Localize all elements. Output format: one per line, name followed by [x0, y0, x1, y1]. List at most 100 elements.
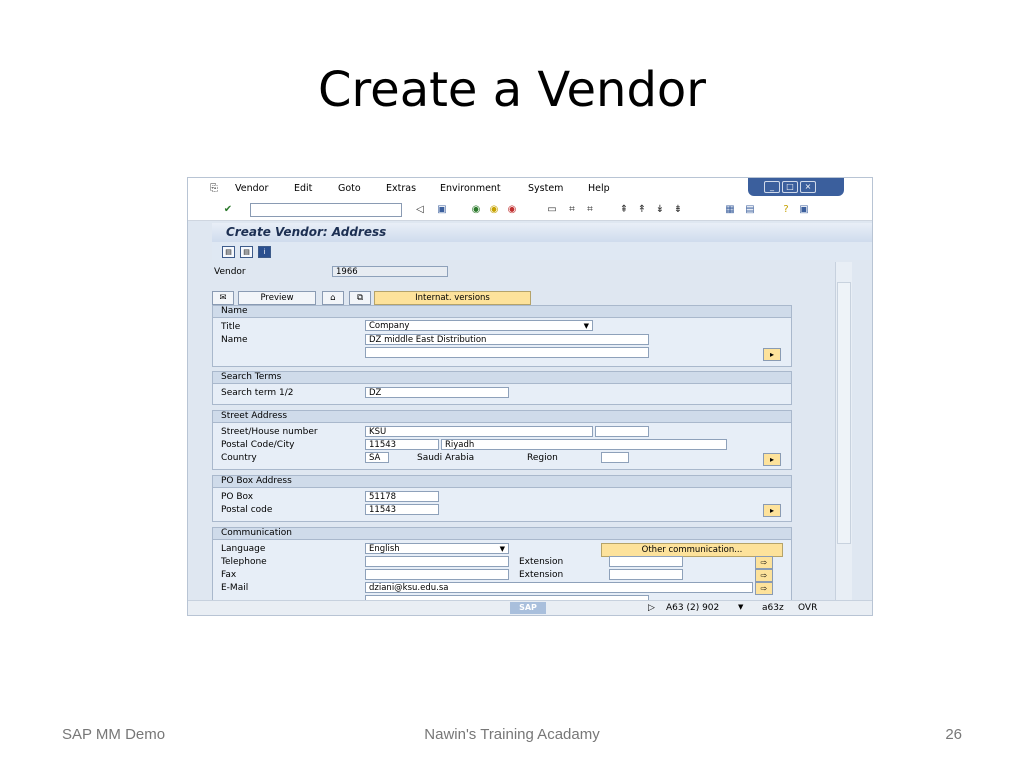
envelope-button[interactable]: ✉: [212, 291, 234, 305]
menu-goto[interactable]: Goto: [338, 183, 361, 194]
internat-versions-button[interactable]: Internat. versions: [374, 291, 531, 305]
name-field-2[interactable]: [365, 347, 649, 358]
menu-icon[interactable]: ⎘: [208, 183, 220, 195]
enter-icon[interactable]: ✔: [222, 204, 234, 216]
next-page-icon[interactable]: ↡: [654, 204, 666, 216]
country-label: Country: [221, 453, 257, 463]
vertical-scrollbar[interactable]: [835, 262, 852, 600]
map-button[interactable]: ⌂: [322, 291, 344, 305]
po-box-header: PO Box Address: [213, 476, 791, 488]
help-icon[interactable]: ?: [780, 204, 792, 216]
email-more-button[interactable]: ⇨: [755, 582, 773, 595]
layout-icon[interactable]: ▣: [798, 204, 810, 216]
footer-center: Nawin's Training Acadamy: [424, 726, 600, 743]
house-number-field[interactable]: [595, 426, 649, 437]
po-box-group: PO Box Address PO Box 51178 Postal code …: [212, 475, 792, 522]
status-bar: SAP ▷ A63 (2) 902 ▼ a63z OVR: [188, 600, 872, 615]
close-icon[interactable]: ×: [800, 181, 816, 193]
save-icon[interactable]: ▣: [436, 204, 448, 216]
menu-system[interactable]: System: [528, 183, 563, 194]
telephone-field[interactable]: [365, 556, 509, 567]
preview-label: Preview: [260, 293, 294, 303]
search-terms-header: Search Terms: [213, 372, 791, 384]
system-info[interactable]: A63 (2) 902: [666, 603, 719, 613]
new-session-icon[interactable]: ▦: [724, 204, 736, 216]
postal-city-label: Postal Code/City: [221, 440, 295, 450]
search-term-label: Search term 1/2: [221, 388, 294, 398]
name-group-title: Name: [221, 306, 248, 316]
info-icon[interactable]: i: [258, 246, 271, 258]
telephone-extension-label: Extension: [519, 557, 564, 567]
shortcut-icon[interactable]: ▤: [744, 204, 756, 216]
check-icon[interactable]: ▤: [240, 246, 253, 258]
content-area: Vendor 1966 ✉ Preview ⌂ ⧉ Internat. vers…: [212, 260, 848, 606]
scrollbar-thumb[interactable]: [837, 282, 851, 544]
server-name: a63z: [762, 603, 784, 613]
preview-button[interactable]: Preview: [238, 291, 316, 305]
screen-title: Create Vendor: Address: [226, 225, 387, 239]
menu-edit[interactable]: Edit: [294, 183, 312, 194]
street-more-button[interactable]: ▸: [763, 453, 781, 466]
name-group-header: Name: [213, 306, 791, 318]
other-communication-button[interactable]: Other communication...: [601, 543, 783, 557]
find-next-icon[interactable]: ⌗: [584, 204, 596, 216]
slide-number: 26: [945, 726, 962, 743]
name-more-button[interactable]: ▸: [763, 348, 781, 361]
region-field[interactable]: [601, 452, 629, 463]
fax-extension-field[interactable]: [609, 569, 683, 580]
previous-page-icon[interactable]: ↟: [636, 204, 648, 216]
cancel-icon[interactable]: ◉: [506, 204, 518, 216]
region-label: Region: [527, 453, 558, 463]
telephone-extension-field[interactable]: [609, 556, 683, 567]
back-arrow-icon[interactable]: ◁: [414, 204, 426, 216]
print-icon[interactable]: ▭: [546, 204, 558, 216]
back-icon[interactable]: ◉: [470, 204, 482, 216]
telephone-more-button[interactable]: ⇨: [755, 556, 773, 569]
name-field-1[interactable]: DZ middle East Distribution: [365, 334, 649, 345]
sap-window: ⎘ Vendor Edit Goto Extras Environment Sy…: [187, 177, 873, 616]
last-page-icon[interactable]: ⇟: [672, 204, 684, 216]
email-field[interactable]: dziani@ksu.edu.sa: [365, 582, 753, 593]
fax-more-button[interactable]: ⇨: [755, 569, 773, 582]
name-group: Name Title Company Name DZ middle East D…: [212, 305, 792, 367]
status-triangle-icon[interactable]: ▷: [648, 603, 655, 613]
title-dropdown[interactable]: Company: [365, 320, 593, 331]
first-page-icon[interactable]: ⇞: [618, 204, 630, 216]
name-label: Name: [221, 335, 248, 345]
fax-label: Fax: [221, 570, 237, 580]
find-icon[interactable]: ⌗: [566, 204, 578, 216]
city-field[interactable]: Riyadh: [441, 439, 727, 450]
po-box-title: PO Box Address: [221, 476, 292, 486]
street-address-group: Street Address Street/House number KSU P…: [212, 410, 792, 470]
copy-button[interactable]: ⧉: [349, 291, 371, 305]
slide-title: Create a Vendor: [317, 62, 707, 118]
country-name: Saudi Arabia: [417, 453, 475, 463]
menu-environment[interactable]: Environment: [440, 183, 501, 194]
menu-help[interactable]: Help: [588, 183, 610, 194]
other-vendor-icon[interactable]: ▤: [222, 246, 235, 258]
po-box-field[interactable]: 51178: [365, 491, 439, 502]
menu-extras[interactable]: Extras: [386, 183, 416, 194]
maximize-icon[interactable]: □: [782, 181, 798, 193]
language-dropdown[interactable]: English: [365, 543, 509, 554]
other-communication-label: Other communication...: [641, 545, 743, 555]
insert-mode[interactable]: OVR: [798, 603, 817, 613]
postal-code-field[interactable]: 11543: [365, 439, 439, 450]
communication-header: Communication: [213, 528, 791, 540]
minimize-icon[interactable]: _: [764, 181, 780, 193]
vendor-field[interactable]: 1966: [332, 266, 448, 277]
menu-bar: ⎘ Vendor Edit Goto Extras Environment Sy…: [188, 178, 872, 200]
title-label: Title: [221, 322, 241, 332]
street-field[interactable]: KSU: [365, 426, 593, 437]
search-term-field[interactable]: DZ: [365, 387, 509, 398]
po-box-more-button[interactable]: ▸: [763, 504, 781, 517]
search-terms-group: Search Terms Search term 1/2 DZ: [212, 371, 792, 405]
menu-vendor[interactable]: Vendor: [235, 183, 268, 194]
fax-field[interactable]: [365, 569, 509, 580]
exit-icon[interactable]: ◉: [488, 204, 500, 216]
internat-versions-label: Internat. versions: [415, 293, 490, 303]
po-postal-field[interactable]: 11543: [365, 504, 439, 515]
command-field[interactable]: [250, 203, 402, 217]
country-field[interactable]: SA: [365, 452, 389, 463]
system-dropdown-icon[interactable]: ▼: [738, 603, 743, 611]
